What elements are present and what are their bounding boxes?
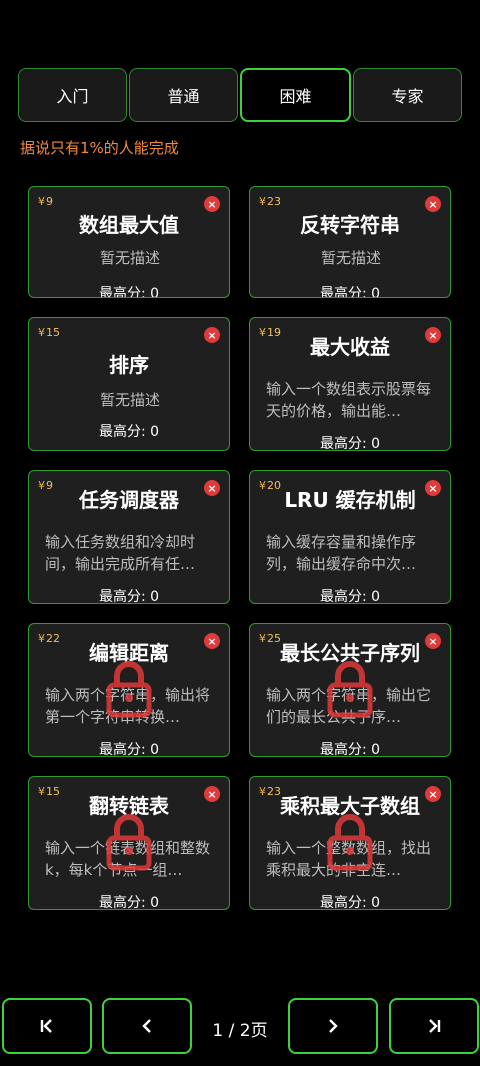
- card-score: 最高分: 0: [250, 739, 450, 757]
- score-value: 0: [150, 742, 160, 757]
- tab-hard[interactable]: 困难: [240, 68, 351, 122]
- last-page-button[interactable]: [389, 998, 479, 1054]
- currency-symbol: ¥: [38, 195, 45, 208]
- score-value: 0: [150, 286, 160, 298]
- card-score: 最高分: 0: [29, 892, 229, 910]
- score-value: 0: [371, 286, 381, 298]
- tab-label: 入门: [56, 87, 89, 106]
- lock-icon: [106, 814, 152, 871]
- card-score: 最高分: 0: [29, 739, 229, 757]
- score-value: 0: [150, 895, 160, 910]
- card-description: 暂无描述: [99, 391, 160, 409]
- card-title: 最大收益: [310, 335, 390, 359]
- card-price: ¥9: [38, 195, 53, 208]
- tab-expert[interactable]: 专家: [353, 68, 462, 122]
- challenge-card[interactable]: ¥9 × 任务调度器 输入任务数组和冷却时间，输出完成所有任… 最高分: 0: [28, 470, 230, 604]
- score-label: 最高分:: [319, 895, 372, 910]
- challenge-card[interactable]: ¥20 × LRU 缓存机制 输入缓存容量和操作序列，输出缓存命中次… 最高分: 0: [249, 470, 451, 604]
- page-indicator: 1 / 2页: [212, 1021, 268, 1041]
- card-title: 反转字符串: [300, 213, 400, 237]
- card-title: 排序: [109, 353, 149, 377]
- lock-icon: [327, 814, 373, 871]
- challenge-card[interactable]: ¥25 × 最长公共子序列 输入两个字符串，输出它们的最长公共子序… 最高分: 0: [249, 623, 451, 757]
- difficulty-tabs: 入门 普通 困难 专家: [18, 68, 462, 124]
- card-score: 最高分: 0: [29, 586, 229, 604]
- score-label: 最高分:: [319, 589, 372, 604]
- card-score: 最高分: 0: [250, 433, 450, 451]
- card-score: 最高分: 0: [29, 283, 229, 298]
- challenge-card[interactable]: ¥22 × 编辑距离 输入两个字符串，输出将第一个字符串转换… 最高分: 0: [28, 623, 230, 757]
- difficulty-hint: 据说只有1%的人能完成: [20, 139, 179, 157]
- score-label: 最高分:: [98, 742, 151, 757]
- card-title: 数组最大值: [79, 213, 179, 237]
- score-value: 0: [371, 742, 381, 757]
- card-score: 最高分: 0: [250, 283, 450, 298]
- card-price-value: 23: [267, 195, 281, 208]
- card-title: LRU 缓存机制: [284, 488, 416, 512]
- score-value: 0: [371, 895, 381, 910]
- first-page-button[interactable]: [2, 998, 92, 1054]
- first-page-icon: [40, 1019, 52, 1033]
- card-score: 最高分: 0: [250, 892, 450, 910]
- score-label: 最高分:: [319, 436, 372, 451]
- score-label: 最高分:: [319, 742, 372, 757]
- card-score: 最高分: 0: [29, 421, 229, 441]
- next-page-icon: [329, 1019, 338, 1033]
- challenge-card[interactable]: ¥23 × 乘积最大子数组 输入一个整数数组，找出乘积最大的非空连… 最高分: 0: [249, 776, 451, 910]
- lock-icon: [106, 661, 152, 718]
- prev-page-icon: [142, 1019, 151, 1033]
- tab-label: 困难: [279, 87, 312, 106]
- card-description: 暂无描述: [320, 249, 381, 267]
- screen: 入门 普通 困难 专家 据说只有1%的人能完成 ¥9 × 数组最大值 暂无描述 最高分:…: [0, 0, 480, 1066]
- last-page-icon: [429, 1019, 441, 1033]
- score-value: 0: [371, 589, 381, 604]
- prev-page-button[interactable]: [102, 998, 192, 1054]
- currency-symbol: ¥: [259, 195, 266, 208]
- challenge-card[interactable]: ¥19 × 最大收益 输入一个数组表示股票每天的价格，输出能… 最高分: 0: [249, 317, 451, 451]
- challenge-card[interactable]: ¥9 × 数组最大值 暂无描述 最高分: 0: [28, 186, 230, 298]
- card-description: 输入缓存容量和操作序列，输出缓存命中次…: [266, 533, 417, 573]
- score-value: 0: [371, 436, 381, 451]
- score-label: 最高分:: [98, 286, 151, 298]
- card-title: 任务调度器: [79, 488, 179, 512]
- challenge-card[interactable]: ¥15 × 翻转链表 输入一个链表数组和整数k，每k个节点一组… 最高分: 0: [28, 776, 230, 910]
- challenge-card[interactable]: ¥23 × 反转字符串 暂无描述 最高分: 0: [249, 186, 451, 298]
- challenge-card[interactable]: ¥15 × 排序暂无描述最高分: 0: [28, 317, 230, 451]
- score-value: 0: [150, 424, 160, 440]
- card-price-value: 15: [46, 326, 60, 339]
- card-description: 暂无描述: [99, 249, 160, 267]
- card-description: 输入一个数组表示股票每天的价格，输出能…: [266, 380, 432, 420]
- score-value: 0: [150, 589, 160, 604]
- score-label: 最高分:: [98, 895, 151, 910]
- score-label: 最高分:: [319, 286, 372, 298]
- card-description: 输入任务数组和冷却时间，输出完成所有任…: [45, 533, 196, 573]
- card-price-value: 9: [46, 195, 53, 208]
- score-label: 最高分:: [98, 589, 151, 604]
- score-label: 最高分:: [98, 424, 151, 440]
- tab-beginner[interactable]: 入门: [18, 68, 127, 122]
- lock-icon: [327, 661, 373, 718]
- close-icon[interactable]: ×: [204, 327, 220, 343]
- tab-normal[interactable]: 普通: [129, 68, 238, 122]
- currency-symbol: ¥: [38, 326, 45, 339]
- card-price: ¥15: [38, 326, 60, 339]
- card-score: 最高分: 0: [250, 586, 450, 604]
- next-page-button[interactable]: [288, 998, 378, 1054]
- tab-label: 专家: [391, 87, 424, 106]
- card-price: ¥23: [259, 195, 281, 208]
- pagination: 1 / 2页: [0, 998, 480, 1056]
- tab-label: 普通: [167, 87, 200, 106]
